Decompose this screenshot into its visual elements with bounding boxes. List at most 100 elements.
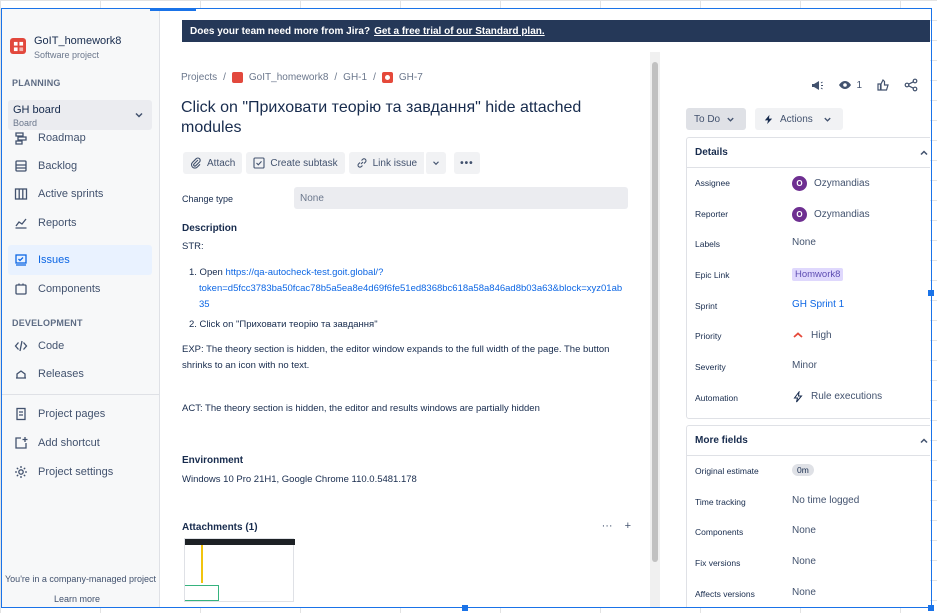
link-issue-button[interactable]: Link issue bbox=[348, 152, 425, 174]
sidebar-item-label: Issues bbox=[38, 254, 70, 266]
paperclip-icon bbox=[191, 157, 201, 169]
sidebar-item-label: Reports bbox=[38, 217, 77, 229]
field-time-tracking[interactable]: Time tracking No time logged bbox=[687, 487, 930, 518]
more-fields-header[interactable]: More fields bbox=[687, 426, 930, 456]
project-name: GoIT_homework8 bbox=[34, 35, 122, 47]
sidebar-item-active-sprints[interactable]: Active sprints bbox=[8, 180, 152, 208]
field-original-estimate[interactable]: Original estimate 0m bbox=[687, 456, 930, 487]
status-button[interactable]: To Do bbox=[686, 108, 746, 130]
field-components[interactable]: Components None bbox=[687, 517, 930, 548]
banner-trial-link[interactable]: Get a free trial of our Standard plan. bbox=[374, 26, 545, 37]
avatar: O bbox=[792, 206, 807, 222]
sidebar-item-label: Active sprints bbox=[38, 188, 104, 200]
actions-button[interactable]: Actions bbox=[755, 108, 843, 130]
lightning-icon bbox=[793, 390, 803, 403]
development-header: DEVELOPMENT bbox=[12, 318, 83, 328]
banner-text: Does your team need more from Jira? bbox=[190, 25, 371, 37]
pages-icon bbox=[16, 407, 26, 421]
description-act: ACT: The theory section is hidden, the e… bbox=[182, 403, 540, 414]
more-fields-panel: More fields Original estimate 0m Time tr… bbox=[686, 425, 930, 608]
project-header[interactable]: GoIT_homework8 Software project bbox=[10, 32, 121, 62]
sprint-link[interactable]: GH Sprint 1 bbox=[792, 299, 844, 310]
detail-sprint[interactable]: Sprint GH Sprint 1 bbox=[687, 291, 930, 322]
more-icon[interactable]: ··· bbox=[602, 520, 613, 532]
project-logo-icon bbox=[231, 72, 243, 83]
sidebar-item-label: Backlog bbox=[38, 160, 78, 172]
detail-automation[interactable]: Automation Rule executions bbox=[687, 383, 930, 414]
description-str: STR: bbox=[182, 241, 204, 252]
issue-main: Projects / GoIT_homework8 / GH-1 / GH-7 … bbox=[181, 48, 649, 608]
sidebar-item-issues[interactable]: Issues bbox=[8, 245, 152, 275]
resize-handle-right[interactable] bbox=[928, 290, 934, 296]
sidebar-item-components[interactable]: Components bbox=[8, 275, 152, 303]
jira-screenshot: GoIT_homework8 Software project PLANNING… bbox=[2, 8, 930, 608]
sidebar-item-project-pages[interactable]: Project pages bbox=[8, 400, 152, 428]
issue-title[interactable]: Click on "Приховати теорію та завдання" … bbox=[181, 98, 621, 138]
plus-icon[interactable]: + bbox=[625, 520, 631, 532]
resize-handle-corner[interactable] bbox=[928, 605, 934, 611]
megaphone-icon[interactable] bbox=[810, 78, 824, 92]
priority-high-icon bbox=[793, 332, 803, 339]
sidebar-item-project-settings[interactable]: Project settings bbox=[8, 458, 152, 486]
details-header[interactable]: Details bbox=[687, 138, 930, 168]
attachments-actions: ··· + bbox=[602, 520, 631, 532]
autocheck-link-token[interactable]: token=d5fcc3783ba50fcac78b5a5ea8e4d69f6f… bbox=[189, 283, 622, 294]
sidebar-item-releases[interactable]: Releases bbox=[8, 360, 152, 388]
scrollbar-thumb[interactable] bbox=[652, 62, 658, 562]
breadcrumb-projects[interactable]: Projects bbox=[181, 72, 217, 83]
sidebar-divider bbox=[2, 394, 159, 395]
autocheck-link-tail[interactable]: 35 bbox=[189, 299, 210, 310]
avatar: O bbox=[792, 176, 807, 191]
link-icon bbox=[357, 158, 367, 168]
issue-header-actions: 1 bbox=[810, 78, 918, 92]
field-fix-versions[interactable]: Fix versions None bbox=[687, 548, 930, 579]
change-type-label: Change type bbox=[182, 194, 234, 204]
details-panel: Details Assignee O Ozymandias Reporter OO… bbox=[686, 137, 930, 419]
resize-handle-bottom[interactable] bbox=[462, 605, 468, 611]
more-actions-button[interactable]: ••• bbox=[454, 152, 480, 174]
breadcrumb-project[interactable]: GoIT_homework8 bbox=[249, 72, 328, 83]
sidebar: GoIT_homework8 Software project PLANNING… bbox=[2, 8, 160, 608]
attachments-header: Attachments (1) bbox=[182, 522, 258, 533]
components-icon bbox=[15, 283, 27, 295]
issue-sidebar: 1 To Do Actions Details Assignee O Ozyman… bbox=[662, 48, 930, 608]
learn-more-link[interactable]: Learn more bbox=[54, 594, 100, 604]
watch-button[interactable]: 1 bbox=[838, 78, 862, 92]
board-icon bbox=[14, 188, 28, 200]
epic-lozenge[interactable]: Homwork8 bbox=[792, 268, 844, 282]
detail-assignee[interactable]: Assignee O Ozymandias bbox=[687, 168, 930, 199]
sidebar-item-add-shortcut[interactable]: Add shortcut bbox=[8, 429, 152, 457]
detail-epic-link[interactable]: Epic Link Homwork8 bbox=[687, 260, 930, 291]
sidebar-item-backlog[interactable]: Backlog bbox=[8, 152, 152, 180]
sidebar-item-code[interactable]: Code bbox=[8, 332, 152, 360]
sidebar-item-roadmap[interactable]: Roadmap bbox=[8, 124, 152, 152]
create-subtask-button[interactable]: Create subtask bbox=[246, 152, 345, 174]
sidebar-item-label: Add shortcut bbox=[38, 437, 100, 449]
autocheck-link[interactable]: https://qa-autocheck-test.goit.global/? bbox=[225, 267, 383, 278]
sidebar-item-label: Code bbox=[38, 340, 65, 352]
breadcrumb-issue[interactable]: GH-7 bbox=[399, 72, 423, 83]
trial-banner: Does your team need more from Jira? Get … bbox=[182, 20, 930, 42]
share-icon[interactable] bbox=[904, 78, 918, 92]
bug-icon bbox=[381, 72, 393, 83]
detail-priority[interactable]: Priority High bbox=[687, 321, 930, 352]
environment-header: Environment bbox=[182, 455, 244, 466]
main-scrollbar[interactable] bbox=[650, 52, 660, 608]
releases-icon bbox=[16, 370, 26, 379]
subtask-icon bbox=[253, 157, 265, 169]
attach-button[interactable]: Attach bbox=[183, 152, 243, 174]
change-type-field[interactable]: None bbox=[294, 187, 628, 209]
eye-icon bbox=[839, 81, 852, 89]
project-logo-icon bbox=[10, 38, 26, 54]
link-issue-dropdown[interactable] bbox=[425, 152, 447, 174]
sidebar-item-label: Components bbox=[38, 283, 101, 295]
detail-reporter[interactable]: Reporter O Ozymandias bbox=[687, 199, 930, 230]
detail-severity[interactable]: Severity Minor bbox=[687, 352, 930, 383]
field-affects-versions[interactable]: Affects versions None bbox=[687, 579, 930, 608]
thumbs-up-icon[interactable] bbox=[876, 78, 890, 92]
breadcrumb-parent[interactable]: GH-1 bbox=[343, 72, 367, 83]
sidebar-item-reports[interactable]: Reports bbox=[8, 209, 152, 237]
attachment-thumbnail[interactable] bbox=[184, 538, 295, 602]
description-exp: EXP: The theory section is hidden, the e… bbox=[182, 344, 610, 371]
detail-labels[interactable]: Labels None bbox=[687, 229, 930, 260]
